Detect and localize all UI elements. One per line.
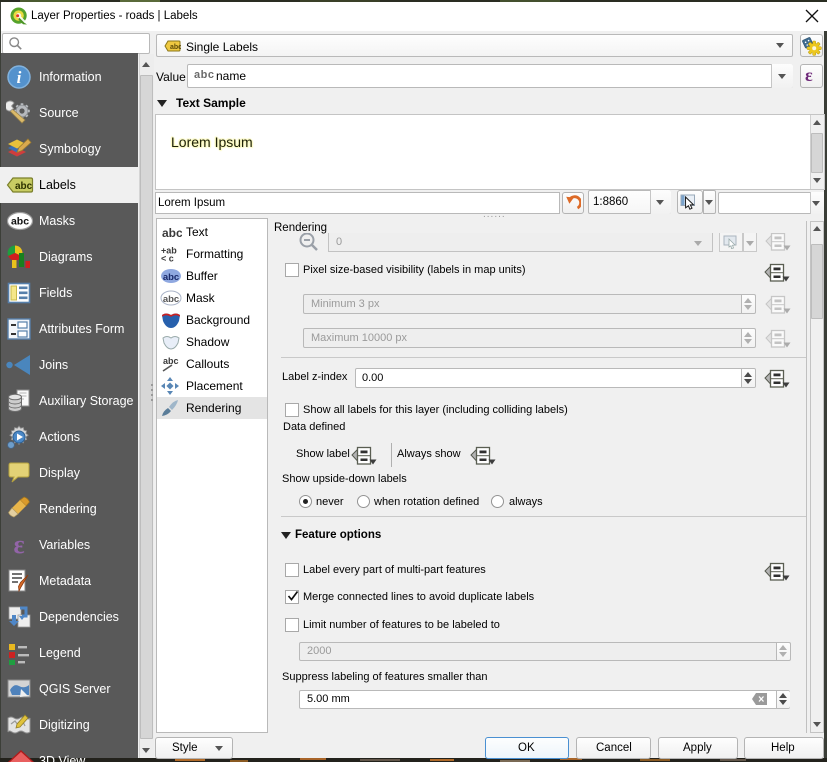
svg-text:i: i	[17, 68, 22, 87]
svg-text:abc: abc	[11, 216, 29, 228]
svg-text:abc: abc	[170, 44, 181, 51]
svg-text:ε: ε	[13, 532, 24, 558]
svg-text:abc: abc	[163, 294, 179, 305]
svg-text:abc: abc	[162, 226, 182, 240]
svg-text:< c: < c	[161, 254, 174, 264]
svg-text:abc: abc	[15, 181, 33, 192]
svg-text:abc: abc	[163, 356, 179, 366]
svg-text:abc: abc	[163, 272, 179, 283]
